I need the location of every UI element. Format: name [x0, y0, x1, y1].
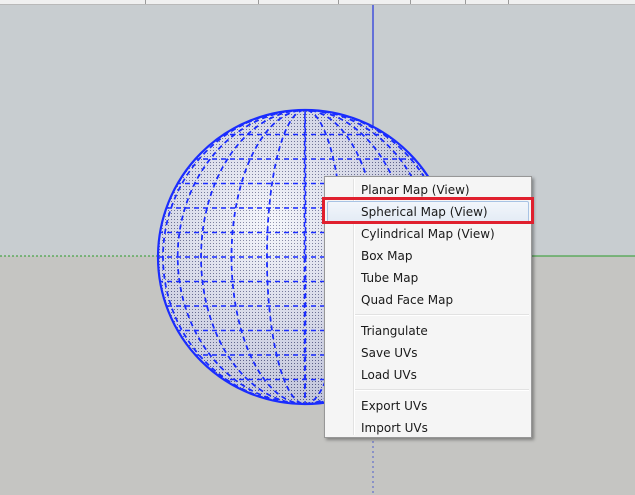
context-menu: Planar Map (View) Spherical Map (View) Cyl…	[324, 176, 532, 438]
menu-item-tube-map[interactable]: Tube Map	[327, 267, 529, 289]
menu-item-import-uvs[interactable]: Import UVs	[327, 417, 529, 439]
menu-separator	[355, 314, 529, 316]
menu-item-box-map[interactable]: Box Map	[327, 245, 529, 267]
menu-separator	[355, 389, 529, 391]
menu-item-quad-face-map[interactable]: Quad Face Map	[327, 289, 529, 311]
menu-item-save-uvs[interactable]: Save UVs	[327, 342, 529, 364]
menu-item-spherical-map[interactable]: Spherical Map (View)	[327, 201, 529, 223]
scene-canvas	[0, 5, 635, 495]
menu-item-cylindrical-map[interactable]: Cylindrical Map (View)	[327, 223, 529, 245]
menu-item-load-uvs[interactable]: Load UVs	[327, 364, 529, 386]
menu-item-planar-map[interactable]: Planar Map (View)	[327, 179, 529, 201]
menu-item-triangulate[interactable]: Triangulate	[327, 320, 529, 342]
3d-viewport[interactable]	[0, 0, 635, 495]
menu-item-export-uvs[interactable]: Export UVs	[327, 395, 529, 417]
